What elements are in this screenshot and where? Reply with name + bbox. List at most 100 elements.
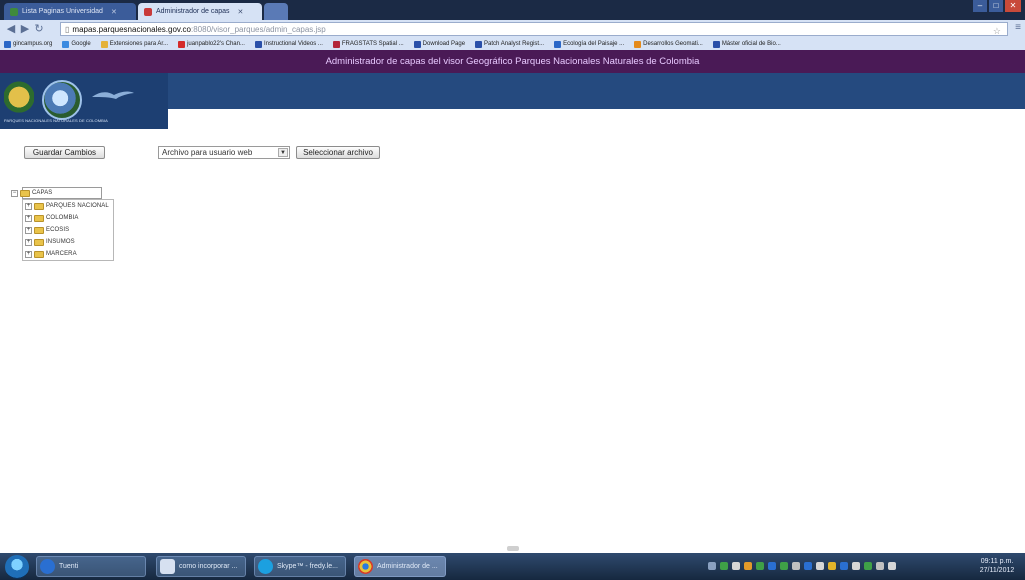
- folder-icon: [34, 250, 44, 258]
- navigation-bar: ◀ ▶ ↻ ▯ mapas.parquesnacionales.gov.co:8…: [0, 20, 1025, 38]
- expand-icon[interactable]: +: [25, 202, 32, 210]
- skype-icon: [258, 559, 273, 574]
- network-icon[interactable]: [876, 562, 884, 570]
- tray-icon[interactable]: [852, 562, 860, 570]
- tray-icon[interactable]: [792, 562, 800, 570]
- expand-icon[interactable]: +: [25, 214, 32, 222]
- tray-icon[interactable]: [708, 562, 716, 570]
- file-type-select-value: Archivo para usuario web: [162, 148, 253, 157]
- folder-icon: [34, 214, 44, 222]
- bookmark-icon: [4, 40, 11, 48]
- tray-icon[interactable]: [864, 562, 872, 570]
- close-icon[interactable]: ✕: [111, 8, 117, 16]
- page-icon: ▯: [65, 24, 70, 34]
- system-tray: [708, 558, 968, 574]
- url-host: mapas.parquesnacionales.gov.co: [72, 24, 191, 34]
- tray-icon[interactable]: [840, 562, 848, 570]
- collapse-icon[interactable]: −: [11, 189, 18, 197]
- bookmark-icon: [100, 40, 108, 48]
- ie-icon: [40, 559, 55, 574]
- volume-icon[interactable]: [888, 562, 896, 570]
- bookmark-icon: [475, 40, 483, 48]
- tree-item-colombia[interactable]: + COLOMBIA: [25, 213, 78, 223]
- bookmark-item[interactable]: Download Page: [413, 40, 465, 48]
- bookmark-item[interactable]: Ecología del Paisaje ...: [554, 40, 624, 48]
- bookmark-item[interactable]: Extensiones para Ar...: [100, 40, 168, 48]
- bookmark-star-icon[interactable]: ☆: [993, 26, 1001, 37]
- tray-icon[interactable]: [720, 562, 728, 570]
- new-tab-button[interactable]: [264, 3, 288, 20]
- browser-menu-icon[interactable]: ≡: [1013, 20, 1023, 36]
- site-favicon-icon: [144, 7, 152, 16]
- reload-icon[interactable]: ↻: [32, 22, 46, 36]
- file-type-select[interactable]: Archivo para usuario web ▼: [158, 146, 290, 159]
- expand-icon[interactable]: +: [25, 238, 32, 246]
- tray-icon[interactable]: [816, 562, 824, 570]
- bookmark-icon: [254, 40, 262, 48]
- minimize-icon[interactable]: –: [973, 0, 987, 12]
- bookmark-item[interactable]: Desarrollos Geomati...: [634, 40, 703, 48]
- chevron-down-icon[interactable]: ▼: [278, 148, 288, 157]
- back-icon[interactable]: ◀: [4, 22, 18, 36]
- bird-icon: [92, 91, 134, 99]
- start-button[interactable]: [5, 555, 29, 579]
- bookmark-icon: [332, 40, 340, 48]
- horizontal-scrollbar[interactable]: [507, 546, 519, 551]
- tree-item-marcera[interactable]: + MARCERA: [25, 249, 77, 259]
- tray-icon[interactable]: [804, 562, 812, 570]
- system-clock[interactable]: 09:11 p.m. 27/11/2012: [975, 557, 1019, 575]
- bookmark-item[interactable]: Google: [62, 40, 91, 48]
- bookmark-icon: [554, 40, 562, 48]
- clock-date: 27/11/2012: [979, 567, 1015, 574]
- tree-item-insumos[interactable]: + INSUMOS: [25, 237, 75, 247]
- bookmark-item[interactable]: Máster oficial de Bio...: [712, 40, 781, 48]
- browser-tab-strip: Lista Paginas Universidad ✕ Administrado…: [0, 0, 1025, 20]
- taskbar-item-word[interactable]: como incorporar ...: [156, 556, 246, 577]
- tray-icon[interactable]: [744, 562, 752, 570]
- folder-icon: [34, 226, 44, 234]
- clock-time: 09:11 p.m.: [980, 558, 1014, 565]
- bookmarks-bar: gincampus.org Google Extensiones para Ar…: [0, 38, 1025, 50]
- bookmark-item[interactable]: FRAGSTATS Spatial ...: [332, 40, 404, 48]
- folder-icon: [34, 238, 44, 246]
- page-title: Administrador de capas del visor Geográf…: [0, 50, 1025, 73]
- bookmark-icon: [178, 40, 186, 48]
- expand-icon[interactable]: +: [25, 250, 32, 258]
- bookmark-icon: [712, 40, 720, 48]
- taskbar-item-tuenti[interactable]: Tuenti: [36, 556, 146, 577]
- tree-item-parques[interactable]: + PARQUES NACIONAL: [25, 201, 109, 211]
- taskbar-item-skype[interactable]: Skype™ - fredy.le...: [254, 556, 346, 577]
- url-path: :8080/visor_parques/admin_capas.jsp: [191, 24, 326, 34]
- tree-root-label: CAPAS: [32, 190, 53, 196]
- choose-file-button[interactable]: Seleccionar archivo: [296, 146, 380, 159]
- bookmark-item[interactable]: Instructional Videos ...: [254, 40, 323, 48]
- bookmark-item[interactable]: gincampus.org: [4, 40, 52, 48]
- tray-icon[interactable]: [756, 562, 764, 570]
- maximize-icon[interactable]: □: [989, 0, 1003, 12]
- tray-icon[interactable]: [828, 562, 836, 570]
- close-icon[interactable]: ✕: [238, 8, 244, 16]
- logo-caption: PARQUES NACIONALES NATURALES DE COLOMBIA: [4, 118, 108, 123]
- expand-icon[interactable]: +: [25, 226, 32, 234]
- bookmark-icon: [62, 40, 70, 48]
- window-close-icon[interactable]: ✕: [1005, 0, 1021, 12]
- save-changes-button[interactable]: Guardar Cambios: [24, 146, 105, 159]
- tray-icon[interactable]: [768, 562, 776, 570]
- tree-item-ecosis[interactable]: + ECOSIS: [25, 225, 69, 235]
- taskbar-item-chrome[interactable]: Administrador de ...: [354, 556, 446, 577]
- url-input[interactable]: ▯ mapas.parquesnacionales.gov.co:8080/vi…: [60, 22, 1008, 36]
- bookmark-icon: [634, 40, 642, 48]
- folder-icon: [20, 189, 30, 197]
- tray-icon[interactable]: [780, 562, 788, 570]
- bookmark-item[interactable]: Patch Analyst Regist...: [475, 40, 544, 48]
- forward-icon[interactable]: ▶: [18, 22, 32, 36]
- national-seal-logo: [4, 80, 34, 118]
- bookmark-item[interactable]: juanpablo22's Chan...: [178, 40, 245, 48]
- tab-administrador-capas[interactable]: Administrador de capas ✕: [138, 3, 262, 20]
- chrome-icon: [358, 559, 373, 574]
- tree-root[interactable]: − CAPAS: [11, 188, 52, 198]
- tray-icon[interactable]: [732, 562, 740, 570]
- tab-label: Lista Paginas Universidad: [22, 8, 103, 15]
- tab-lista-paginas[interactable]: Lista Paginas Universidad ✕: [4, 3, 136, 20]
- folder-icon: [34, 202, 44, 210]
